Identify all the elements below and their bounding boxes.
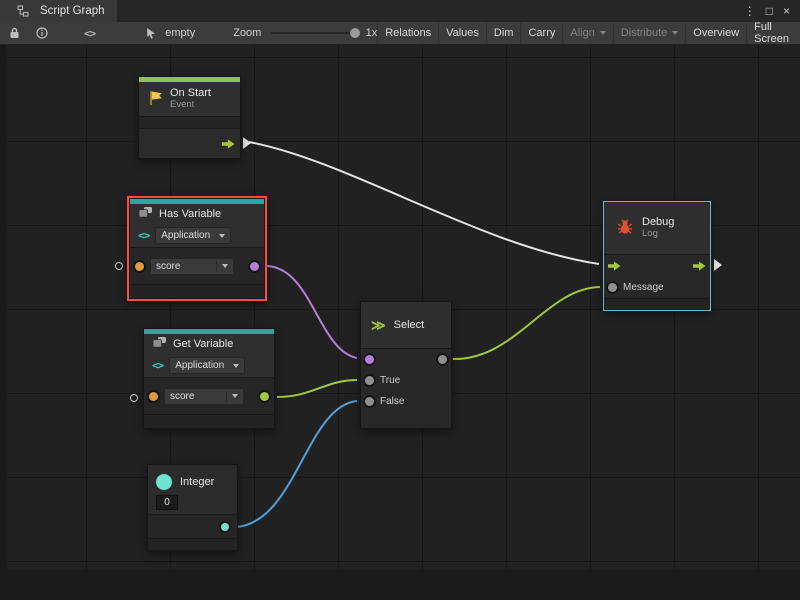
dim-button[interactable]: Dim [486, 22, 521, 44]
chevron-down-icon [233, 364, 239, 368]
flow-output-port[interactable] [222, 139, 235, 149]
zoom-slider-knob[interactable] [350, 28, 360, 38]
lock-icon[interactable] [4, 27, 25, 39]
flow-output-port[interactable] [693, 261, 706, 271]
graph-toolbar: <> empty Zoom 1x Relations Values Dim Ca… [0, 22, 800, 45]
chevron-down-icon [672, 31, 678, 35]
close-icon[interactable]: × [778, 4, 795, 18]
value-output-port[interactable] [260, 392, 269, 401]
canvas-bottom-edge [0, 570, 800, 600]
overview-button[interactable]: Overview [685, 22, 746, 44]
selection-output-port[interactable] [438, 355, 447, 364]
node-subtitle: Event [170, 100, 211, 111]
wire-get-variable-to-select-true [277, 380, 357, 397]
variables-icon [152, 336, 167, 352]
node-select[interactable]: ≫ Select True False [360, 301, 452, 429]
node-title: Debug [642, 216, 674, 229]
condition-input-port[interactable] [365, 355, 374, 364]
message-input-port[interactable] [608, 283, 617, 292]
pointer-icon [140, 27, 162, 39]
unconnected-port-ring [130, 394, 138, 402]
distribute-dropdown-button[interactable]: Distribute [613, 22, 685, 44]
node-title: Integer [180, 476, 214, 488]
chevron-down-icon [600, 31, 606, 35]
wire-on-start-to-debug-log [249, 142, 599, 264]
script-graph-icon [12, 5, 34, 17]
node-integer[interactable]: Integer 0 [147, 464, 238, 551]
tab-bar: Script Graph ⋮ □ × [0, 0, 800, 22]
node-subtitle: Log [642, 229, 674, 240]
graph-canvas[interactable]: On Start Event Has Variable <> Appl [0, 45, 800, 600]
node-get-variable[interactable]: Get Variable <> Application score [143, 328, 275, 429]
flow-connection-cap [243, 137, 251, 149]
node-on-start[interactable]: On Start Event [138, 76, 241, 159]
selection-status: empty [165, 27, 195, 39]
variables-icon [138, 206, 153, 222]
tab-title: Script Graph [40, 5, 105, 17]
maximize-icon[interactable]: □ [761, 4, 778, 18]
chevron-down-icon [222, 264, 228, 268]
chevron-down-icon [232, 394, 238, 398]
true-port-label: True [380, 375, 400, 386]
integer-value-field[interactable]: 0 [156, 495, 178, 510]
dropdown-divider [226, 391, 227, 402]
select-icon: ≫ [371, 318, 386, 332]
toolbar-buttons: Relations Values Dim Carry Align Distrib… [377, 22, 796, 44]
info-icon[interactable] [31, 27, 53, 39]
kebab-menu-icon[interactable]: ⋮ [739, 4, 761, 18]
unconnected-port-ring [115, 262, 123, 270]
node-title: Has Variable [159, 208, 221, 220]
result-output-port[interactable] [250, 262, 259, 271]
variable-name-dropdown[interactable]: score [164, 388, 244, 405]
object-type-icon: <> [152, 359, 163, 372]
chevron-down-icon [219, 234, 225, 238]
node-title: On Start [170, 87, 211, 100]
dropdown-divider [216, 261, 217, 272]
zoom-value: 1x [366, 27, 378, 39]
object-type-icon: <> [138, 229, 149, 242]
tab-script-graph[interactable]: Script Graph [0, 0, 117, 22]
integer-icon [156, 474, 172, 490]
window-controls: ⋮ □ × [739, 0, 800, 22]
node-title: Select [394, 319, 425, 331]
relations-button[interactable]: Relations [377, 22, 438, 44]
bug-icon [616, 219, 634, 238]
flow-input-port[interactable] [608, 261, 621, 271]
wire-has-variable-to-select [267, 266, 357, 358]
zoom-label: Zoom [233, 27, 261, 39]
false-port-label: False [380, 396, 404, 407]
values-button[interactable]: Values [438, 22, 486, 44]
integer-output-port[interactable] [221, 523, 229, 531]
variable-name-dropdown[interactable]: score [150, 258, 234, 275]
carry-button[interactable]: Carry [520, 22, 562, 44]
false-input-port[interactable] [365, 397, 374, 406]
node-debug-log[interactable]: Debug Log Message [603, 201, 711, 311]
align-dropdown-button[interactable]: Align [562, 22, 612, 44]
node-has-variable[interactable]: Has Variable <> Application score [127, 196, 267, 301]
flag-icon [148, 90, 163, 109]
variable-name-input-port[interactable] [149, 392, 158, 401]
canvas-left-edge [0, 45, 7, 600]
zoom-slider[interactable] [271, 32, 357, 34]
true-input-port[interactable] [365, 376, 374, 385]
message-port-label: Message [623, 282, 664, 293]
full-screen-button[interactable]: Full Screen [746, 22, 796, 44]
code-toggle-icon[interactable]: <> [79, 27, 100, 40]
variable-scope-dropdown[interactable]: Application [155, 227, 231, 244]
node-title: Get Variable [173, 338, 233, 350]
flow-connection-cap [714, 259, 722, 271]
variable-name-input-port[interactable] [135, 262, 144, 271]
variable-scope-dropdown[interactable]: Application [169, 357, 245, 374]
wire-select-to-debug-message [453, 287, 600, 359]
